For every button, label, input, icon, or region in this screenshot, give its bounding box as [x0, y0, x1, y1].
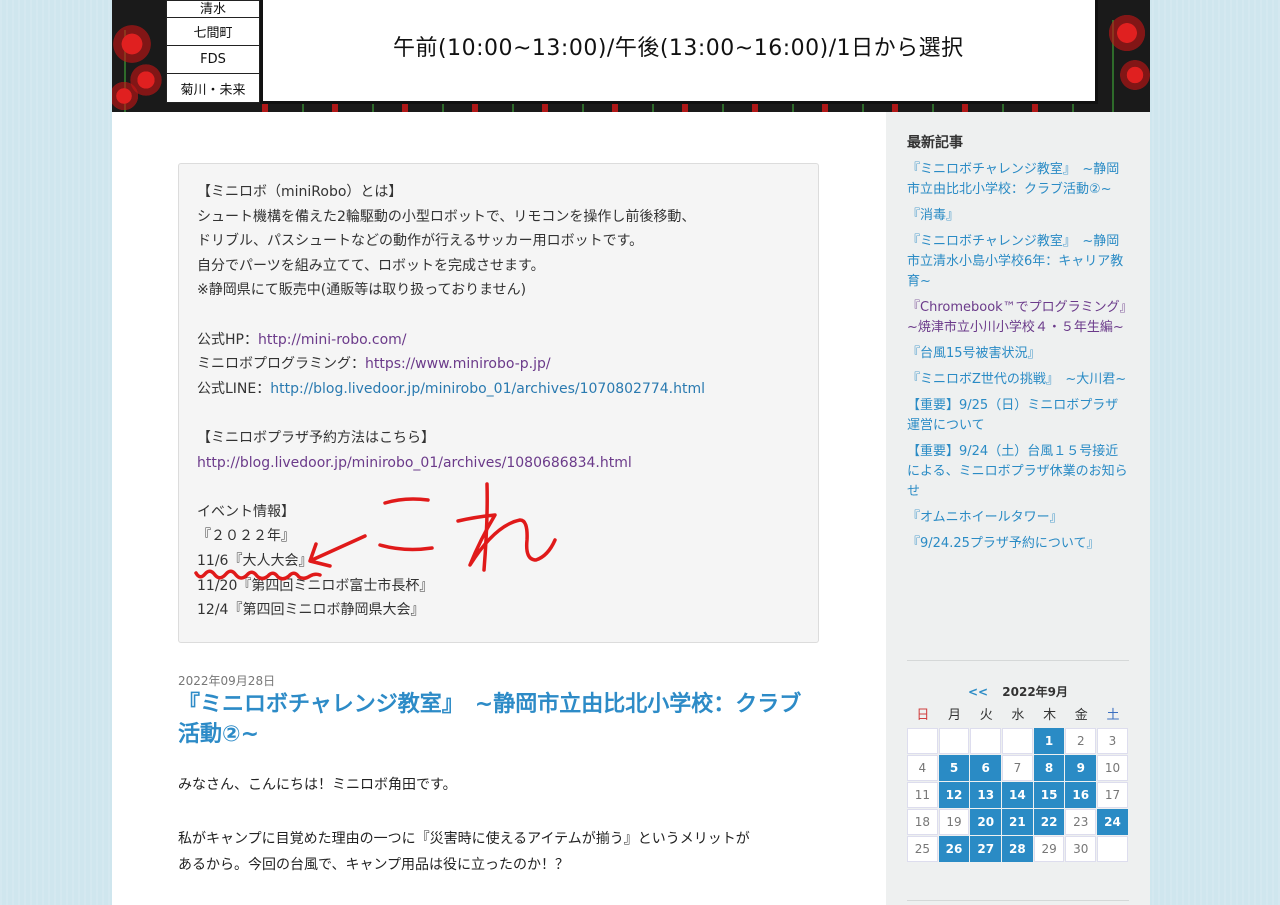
calendar-day: 2: [1065, 728, 1097, 754]
info-line: 【ミニロボ（miniRobo）とは】: [197, 184, 403, 200]
calendar-day[interactable]: 16: [1065, 782, 1097, 808]
calendar-day[interactable]: 1: [1033, 728, 1065, 754]
calendar-day[interactable]: 24: [1097, 809, 1128, 835]
post-paragraph: あるから。今回の台風で、キャンプ用品は役に立ったのか！？: [178, 857, 570, 873]
official-hp-link[interactable]: http://mini-robo.com/: [258, 332, 407, 348]
calendar-day: 23: [1065, 809, 1097, 835]
plaza-reservation-link[interactable]: http://blog.livedoor.jp/minirobo_01/arch…: [197, 455, 632, 471]
location-list: 清水 七間町 FDS 菊川・未来: [166, 0, 260, 103]
recent-article-link[interactable]: 【重要】9/25（日）ミニロボプラザ運営について: [907, 396, 1129, 436]
page: 清水 七間町 FDS 菊川・未来 午前(10:00~13:00)/午後(13:0…: [112, 0, 1150, 905]
calendar-day[interactable]: 27: [970, 836, 1002, 862]
calendar-day[interactable]: 5: [938, 755, 970, 781]
event-item: 11/20『第四回ミニロボ富士市長杯』: [197, 577, 434, 594]
calendar-day: 7: [1002, 755, 1033, 781]
calendar-day[interactable]: 12: [938, 782, 970, 808]
recent-article-link[interactable]: 『ミニロボチャレンジ教室』 ~静岡市立清水小島小学校6年：キャリア教育~: [907, 232, 1129, 292]
calendar-month: 2022年9月: [1002, 685, 1069, 699]
calendar-day[interactable]: 22: [1033, 809, 1065, 835]
info-line: 自分でパーツを組み立てて、ロボットを完成させます。: [197, 257, 545, 274]
calendar-prev-link[interactable]: <<: [968, 685, 988, 699]
sidebar-divider: [907, 900, 1129, 901]
schedule-text: 午前(10:00~13:00)/午後(13:00~16:00)/1日から選択: [393, 36, 964, 61]
recent-articles: 最新記事 『ミニロボチャレンジ教室』 ~静岡市立由比北小学校：クラブ活動②~ 『…: [907, 132, 1129, 560]
post-date: 2022年09月28日: [178, 674, 276, 688]
calendar-dow: 木: [1043, 708, 1057, 723]
recent-article-link[interactable]: 『9/24.25プラザ予約について』: [907, 534, 1129, 554]
calendar-day[interactable]: 14: [1002, 782, 1033, 808]
calendar-day[interactable]: 21: [1002, 809, 1033, 835]
event-item: 12/4『第四回ミニロボ静岡県大会』: [197, 602, 425, 619]
calendar-day-empty: [1097, 836, 1128, 862]
calendar-day-empty: [938, 728, 970, 754]
location-item: 菊川・未来: [180, 82, 246, 98]
recent-article-link[interactable]: 『台風15号被害状況』: [907, 344, 1129, 364]
calendar-day: 19: [938, 809, 970, 835]
calendar-day: 10: [1097, 755, 1128, 781]
calendar-dow: 水: [1011, 708, 1025, 723]
sidebar: 最新記事 『ミニロボチャレンジ教室』 ~静岡市立由比北小学校：クラブ活動②~ 『…: [886, 112, 1150, 905]
location-item: 清水: [167, 1, 259, 18]
recent-article-link[interactable]: 【重要】9/24（土）台風１５号接近による、ミニロボプラザ休業のお知らせ: [907, 442, 1129, 502]
info-line: シュート機構を備えた2輪駆動の小型ロボットで、リモコンを操作し前後移動、: [197, 208, 696, 225]
event-header: イベント情報】: [197, 503, 295, 520]
post-paragraph: 私がキャンプに目覚めた理由の一つに『災害時に使えるアイテムが揃う』というメリット…: [178, 831, 750, 847]
calendar-day[interactable]: 13: [970, 782, 1002, 808]
info-line: ※静岡県にて販売中(通販等は取り扱っておりません): [197, 282, 527, 299]
location-item: FDS: [167, 46, 259, 74]
info-box: 【ミニロボ（miniRobo）とは】 シュート機構を備えた2輪駆動の小型ロボット…: [178, 163, 819, 643]
calendar-day-empty: [907, 728, 938, 754]
calendar-dow: 金: [1074, 708, 1088, 723]
annotation-text: これ: [0, 0, 2, 1]
programming-line: ミニロボプログラミング：https://www.minirobo-p.jp/: [197, 356, 551, 373]
calendar-day-empty: [970, 728, 1002, 754]
calendar-day: 17: [1097, 782, 1128, 808]
calendar: << 2022年9月 日 月 火 水 木 金 土 1 2 3 4 5 6 7 8 9 10 11 12…: [907, 680, 1129, 863]
calendar-grid: 日 月 火 水 木 金 土 1 2 3 4 5 6 7 8 9 10 11 12 13 14 15 16 17 1…: [907, 704, 1129, 863]
calendar-day[interactable]: 15: [1033, 782, 1065, 808]
recent-articles-title: 最新記事: [907, 135, 963, 151]
recent-article-link[interactable]: 『Chromebook™でプログラミング』~焼津市立小川小学校４・５年生編~: [907, 298, 1129, 338]
calendar-day: 11: [907, 782, 938, 808]
calendar-header: << 2022年9月: [907, 680, 1129, 704]
event-year: 『２０２２年』: [197, 528, 295, 545]
event-item: 11/6『大人大会』: [197, 552, 313, 569]
info-line: ドリブル、パスシュートなどの動作が行えるサッカー用ロボットです。: [197, 233, 644, 250]
calendar-dow: 月: [948, 708, 962, 723]
calendar-day: 18: [907, 809, 938, 835]
calendar-day: 4: [907, 755, 938, 781]
official-hp-line: 公式HP：http://mini-robo.com/: [197, 331, 407, 348]
recent-article-link[interactable]: 『ミニロボチャレンジ教室』 ~静岡市立由比北小学校：クラブ活動②~: [907, 160, 1129, 200]
calendar-day: 29: [1033, 836, 1065, 862]
official-line-link[interactable]: http://blog.livedoor.jp/minirobo_01/arch…: [270, 381, 705, 397]
calendar-dow: 日: [916, 708, 930, 723]
post-title[interactable]: 『ミニロボチャレンジ教室』 ~静岡市立由比北小学校：クラブ活動②~: [178, 690, 818, 750]
schedule-panel: 午前(10:00~13:00)/午後(13:00~16:00)/1日から選択: [260, 0, 1098, 104]
calendar-dow: 土: [1106, 708, 1120, 723]
location-item: 七間町: [167, 18, 259, 46]
calendar-day-empty: [1002, 728, 1033, 754]
calendar-day[interactable]: 6: [970, 755, 1002, 781]
calendar-day: 30: [1065, 836, 1097, 862]
official-line-line: 公式LINE：http://blog.livedoor.jp/minirobo_…: [197, 380, 706, 397]
calendar-day[interactable]: 20: [970, 809, 1002, 835]
calendar-day[interactable]: 26: [938, 836, 970, 862]
calendar-day[interactable]: 9: [1065, 755, 1097, 781]
calendar-day: 25: [907, 836, 938, 862]
sidebar-divider: [907, 660, 1129, 661]
post-paragraph: みなさん、こんにちは！ミニロボ角田です。: [178, 777, 457, 793]
calendar-dow: 火: [979, 708, 993, 723]
recent-article-link[interactable]: 『ミニロボZ世代の挑戦』 ~大川君~: [907, 370, 1129, 390]
recent-article-link[interactable]: 『消毒』: [907, 206, 1129, 226]
calendar-day[interactable]: 28: [1002, 836, 1033, 862]
calendar-day[interactable]: 8: [1033, 755, 1065, 781]
programming-link[interactable]: https://www.minirobo-p.jp/: [365, 356, 551, 372]
plaza-label: 【ミニロボプラザ予約方法はこちら】: [197, 429, 435, 446]
calendar-day: 3: [1097, 728, 1128, 754]
header-banner: 清水 七間町 FDS 菊川・未来 午前(10:00~13:00)/午後(13:0…: [112, 0, 1150, 112]
recent-article-link[interactable]: 『オムニホイールタワー』: [907, 508, 1129, 528]
